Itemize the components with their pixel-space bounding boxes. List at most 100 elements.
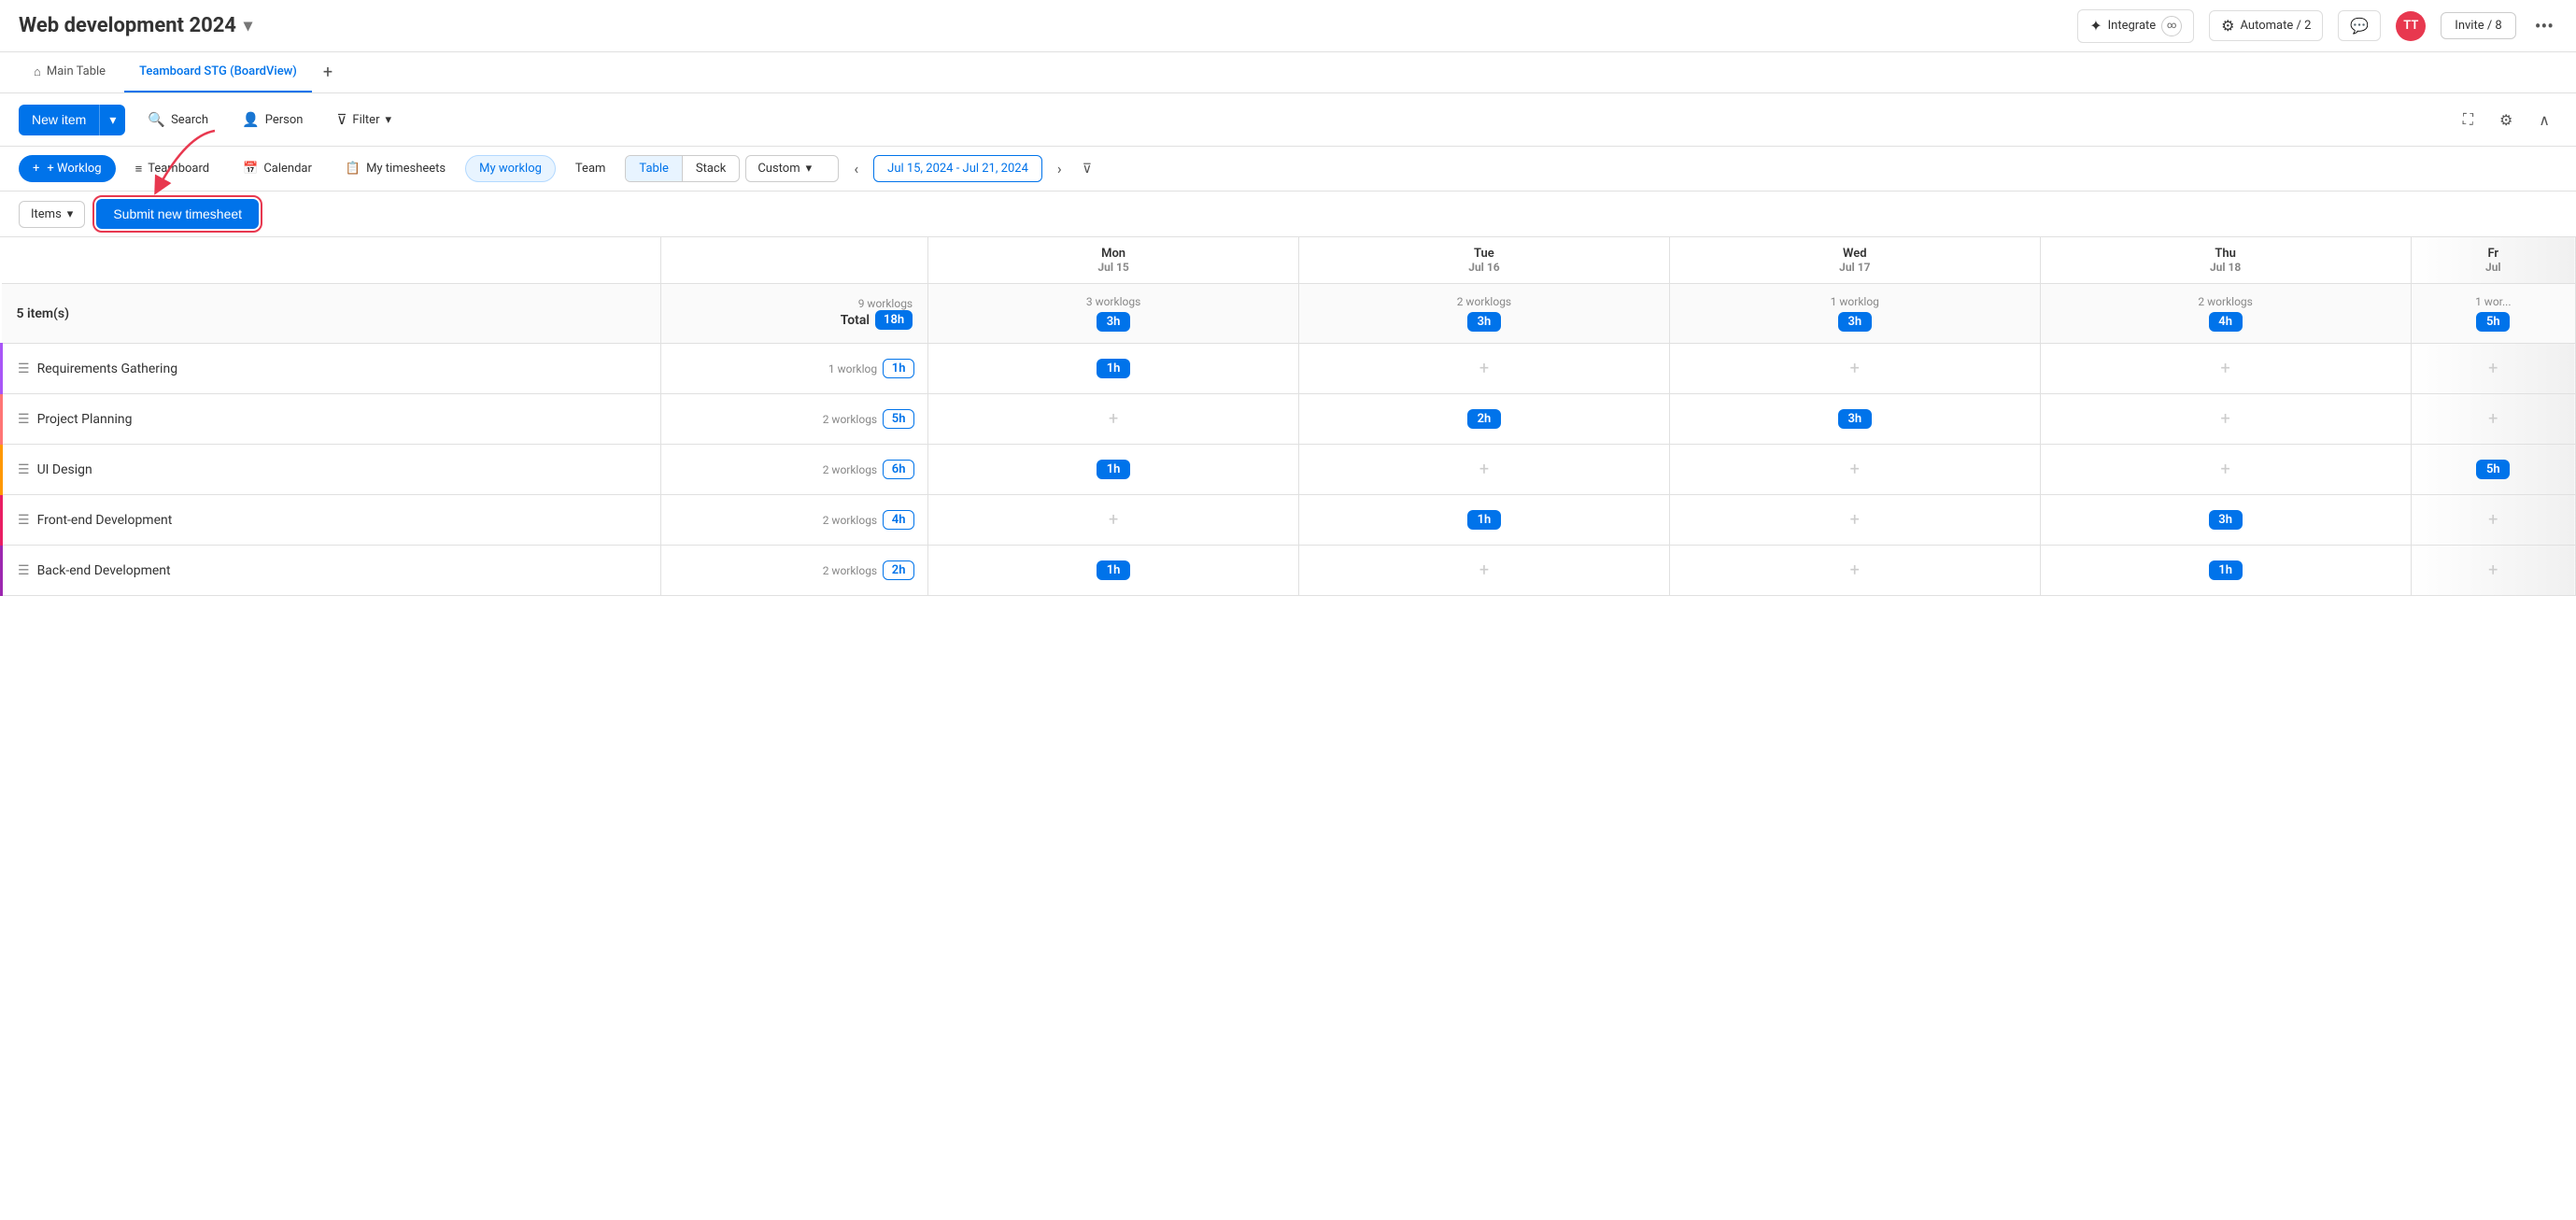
items-dropdown[interactable]: Items ▾ xyxy=(19,201,85,228)
custom-dropdown[interactable]: Custom ▾ xyxy=(745,155,839,182)
integrate-button[interactable]: ✦ Integrate ∞ xyxy=(2077,9,2194,43)
item-wed-cell[interactable]: + xyxy=(1669,546,2040,596)
add-icon[interactable]: + xyxy=(2488,510,2498,530)
worklog-view-button[interactable]: + + Worklog xyxy=(19,155,116,182)
automate-button[interactable]: ⚙ Automate / 2 xyxy=(2209,10,2323,41)
add-icon[interactable]: + xyxy=(1109,510,1118,530)
item-wed-cell[interactable]: + xyxy=(1669,445,2040,495)
item-wed-cell[interactable]: + xyxy=(1669,495,2040,546)
wed-hours-badge: 3h xyxy=(1838,312,1872,332)
item-worklog-count: 2 worklogs 2h xyxy=(660,546,928,596)
filter-button[interactable]: ⊽ Filter ▾ xyxy=(325,104,403,135)
item-tue-cell[interactable]: + xyxy=(1299,344,1670,394)
submit-timesheet-button[interactable]: Submit new timesheet xyxy=(96,199,259,229)
item-thu-cell[interactable]: + xyxy=(2040,445,2411,495)
add-icon[interactable]: + xyxy=(2488,409,2498,429)
tue-day-date: Jul 16 xyxy=(1314,261,1654,274)
person-button[interactable]: 👤 Person xyxy=(231,104,314,135)
table-view-button[interactable]: Table xyxy=(626,156,682,181)
add-icon[interactable]: + xyxy=(2488,359,2498,378)
search-button[interactable]: 🔍 Search xyxy=(136,104,219,135)
calendar-view-button[interactable]: 📅 Calendar xyxy=(229,155,326,182)
item-wed-cell[interactable]: 3h xyxy=(1669,394,2040,445)
item-fri-cell[interactable]: + xyxy=(2411,546,2575,596)
worklog-label: + Worklog xyxy=(47,162,101,176)
add-icon[interactable]: + xyxy=(1850,560,1860,580)
add-icon[interactable]: + xyxy=(1479,560,1489,580)
item-mon-cell[interactable]: + xyxy=(928,394,1299,445)
add-icon[interactable]: + xyxy=(2221,359,2230,378)
item-total-badge: 5h xyxy=(883,409,914,429)
tab-teamboard-stg[interactable]: Teamboard STG (BoardView) xyxy=(124,52,312,92)
settings-button[interactable]: ⚙ xyxy=(2492,104,2520,136)
add-icon[interactable]: + xyxy=(1850,510,1860,530)
collapse-button[interactable]: ∧ xyxy=(2531,104,2557,136)
team-label: Team xyxy=(575,162,606,176)
wed-col-header: Wed Jul 17 xyxy=(1669,237,2040,284)
automate-icon: ⚙ xyxy=(2221,17,2234,35)
add-icon[interactable]: + xyxy=(2221,460,2230,479)
add-icon[interactable]: + xyxy=(1479,359,1489,378)
invite-label: Invite / 8 xyxy=(2455,19,2501,33)
hour-badge: 5h xyxy=(2476,460,2510,479)
avatar[interactable]: TT xyxy=(2396,11,2426,41)
item-mon-cell[interactable]: 1h xyxy=(928,546,1299,596)
item-tue-cell[interactable]: 1h xyxy=(1299,495,1670,546)
item-tue-cell[interactable]: + xyxy=(1299,546,1670,596)
next-period-button[interactable]: › xyxy=(1048,154,1071,183)
timesheets-icon: 📋 xyxy=(346,162,361,176)
app-title-text: Web development 2024 xyxy=(19,14,236,37)
add-icon[interactable]: + xyxy=(2221,409,2230,429)
main-table-icon: ⌂ xyxy=(34,64,41,79)
item-mon-cell[interactable]: 1h xyxy=(928,445,1299,495)
expand-button[interactable]: ⛶ xyxy=(2456,103,2481,136)
item-tue-cell[interactable]: + xyxy=(1299,445,1670,495)
comment-button[interactable]: 💬 xyxy=(2338,10,2381,41)
add-icon[interactable]: + xyxy=(1850,359,1860,378)
item-thu-cell[interactable]: 1h xyxy=(2040,546,2411,596)
my-worklog-view-button[interactable]: My worklog xyxy=(465,155,556,182)
new-item-button[interactable]: New item ▾ xyxy=(19,105,125,135)
prev-period-button[interactable]: ‹ xyxy=(844,154,868,183)
fri-day-date: Jul xyxy=(2427,261,2560,274)
tab-main-table[interactable]: ⌂ Main Table xyxy=(19,52,120,92)
add-icon[interactable]: + xyxy=(1850,460,1860,479)
item-fri-cell[interactable]: + xyxy=(2411,495,2575,546)
teamboard-label: Teamboard xyxy=(148,162,209,176)
more-button[interactable]: ••• xyxy=(2531,11,2557,41)
item-thu-cell[interactable]: + xyxy=(2040,344,2411,394)
item-tue-cell[interactable]: 2h xyxy=(1299,394,1670,445)
item-thu-cell[interactable]: 3h xyxy=(2040,495,2411,546)
tue-summary-cell: 2 worklogs 3h xyxy=(1299,284,1670,344)
item-mon-cell[interactable]: + xyxy=(928,495,1299,546)
add-icon[interactable]: + xyxy=(1479,460,1489,479)
stack-view-button[interactable]: Stack xyxy=(683,156,739,181)
items-chevron-icon: ▾ xyxy=(67,207,74,221)
add-icon[interactable]: + xyxy=(1109,409,1118,429)
timesheets-view-button[interactable]: 📋 My timesheets xyxy=(332,155,460,182)
item-fri-cell[interactable]: 5h xyxy=(2411,445,2575,495)
fri-col-header: Fr Jul xyxy=(2411,237,2575,284)
item-total-badge: 6h xyxy=(883,460,914,479)
table-label: Table xyxy=(639,162,668,176)
tab-add-button[interactable]: + xyxy=(316,55,340,90)
date-range-button[interactable]: Jul 15, 2024 - Jul 21, 2024 xyxy=(873,155,1042,182)
teamboard-view-button[interactable]: ≡ Teamboard xyxy=(121,155,224,183)
item-fri-cell[interactable]: + xyxy=(2411,394,2575,445)
filter-icon: ⊽ xyxy=(336,111,347,128)
worklog-plus-icon: + xyxy=(33,162,39,176)
item-thu-cell[interactable]: + xyxy=(2040,394,2411,445)
item-mon-cell[interactable]: 1h xyxy=(928,344,1299,394)
add-icon[interactable]: + xyxy=(2488,560,2498,580)
custom-label: Custom xyxy=(757,162,800,176)
item-fri-cell[interactable]: + xyxy=(2411,344,2575,394)
summary-total-cell: 9 worklogs Total 18h xyxy=(660,284,928,344)
total-worklogs-count: 9 worklogs xyxy=(841,297,913,310)
view-filter-button[interactable]: ⊽ xyxy=(1077,156,1097,182)
team-view-button[interactable]: Team xyxy=(561,155,620,182)
app-title[interactable]: Web development 2024 ▾ xyxy=(19,14,252,37)
invite-button[interactable]: Invite / 8 xyxy=(2441,12,2515,39)
item-wed-cell[interactable]: + xyxy=(1669,344,2040,394)
new-item-chevron-icon[interactable]: ▾ xyxy=(99,105,125,135)
item-worklogs-text: 2 worklogs xyxy=(823,413,877,426)
